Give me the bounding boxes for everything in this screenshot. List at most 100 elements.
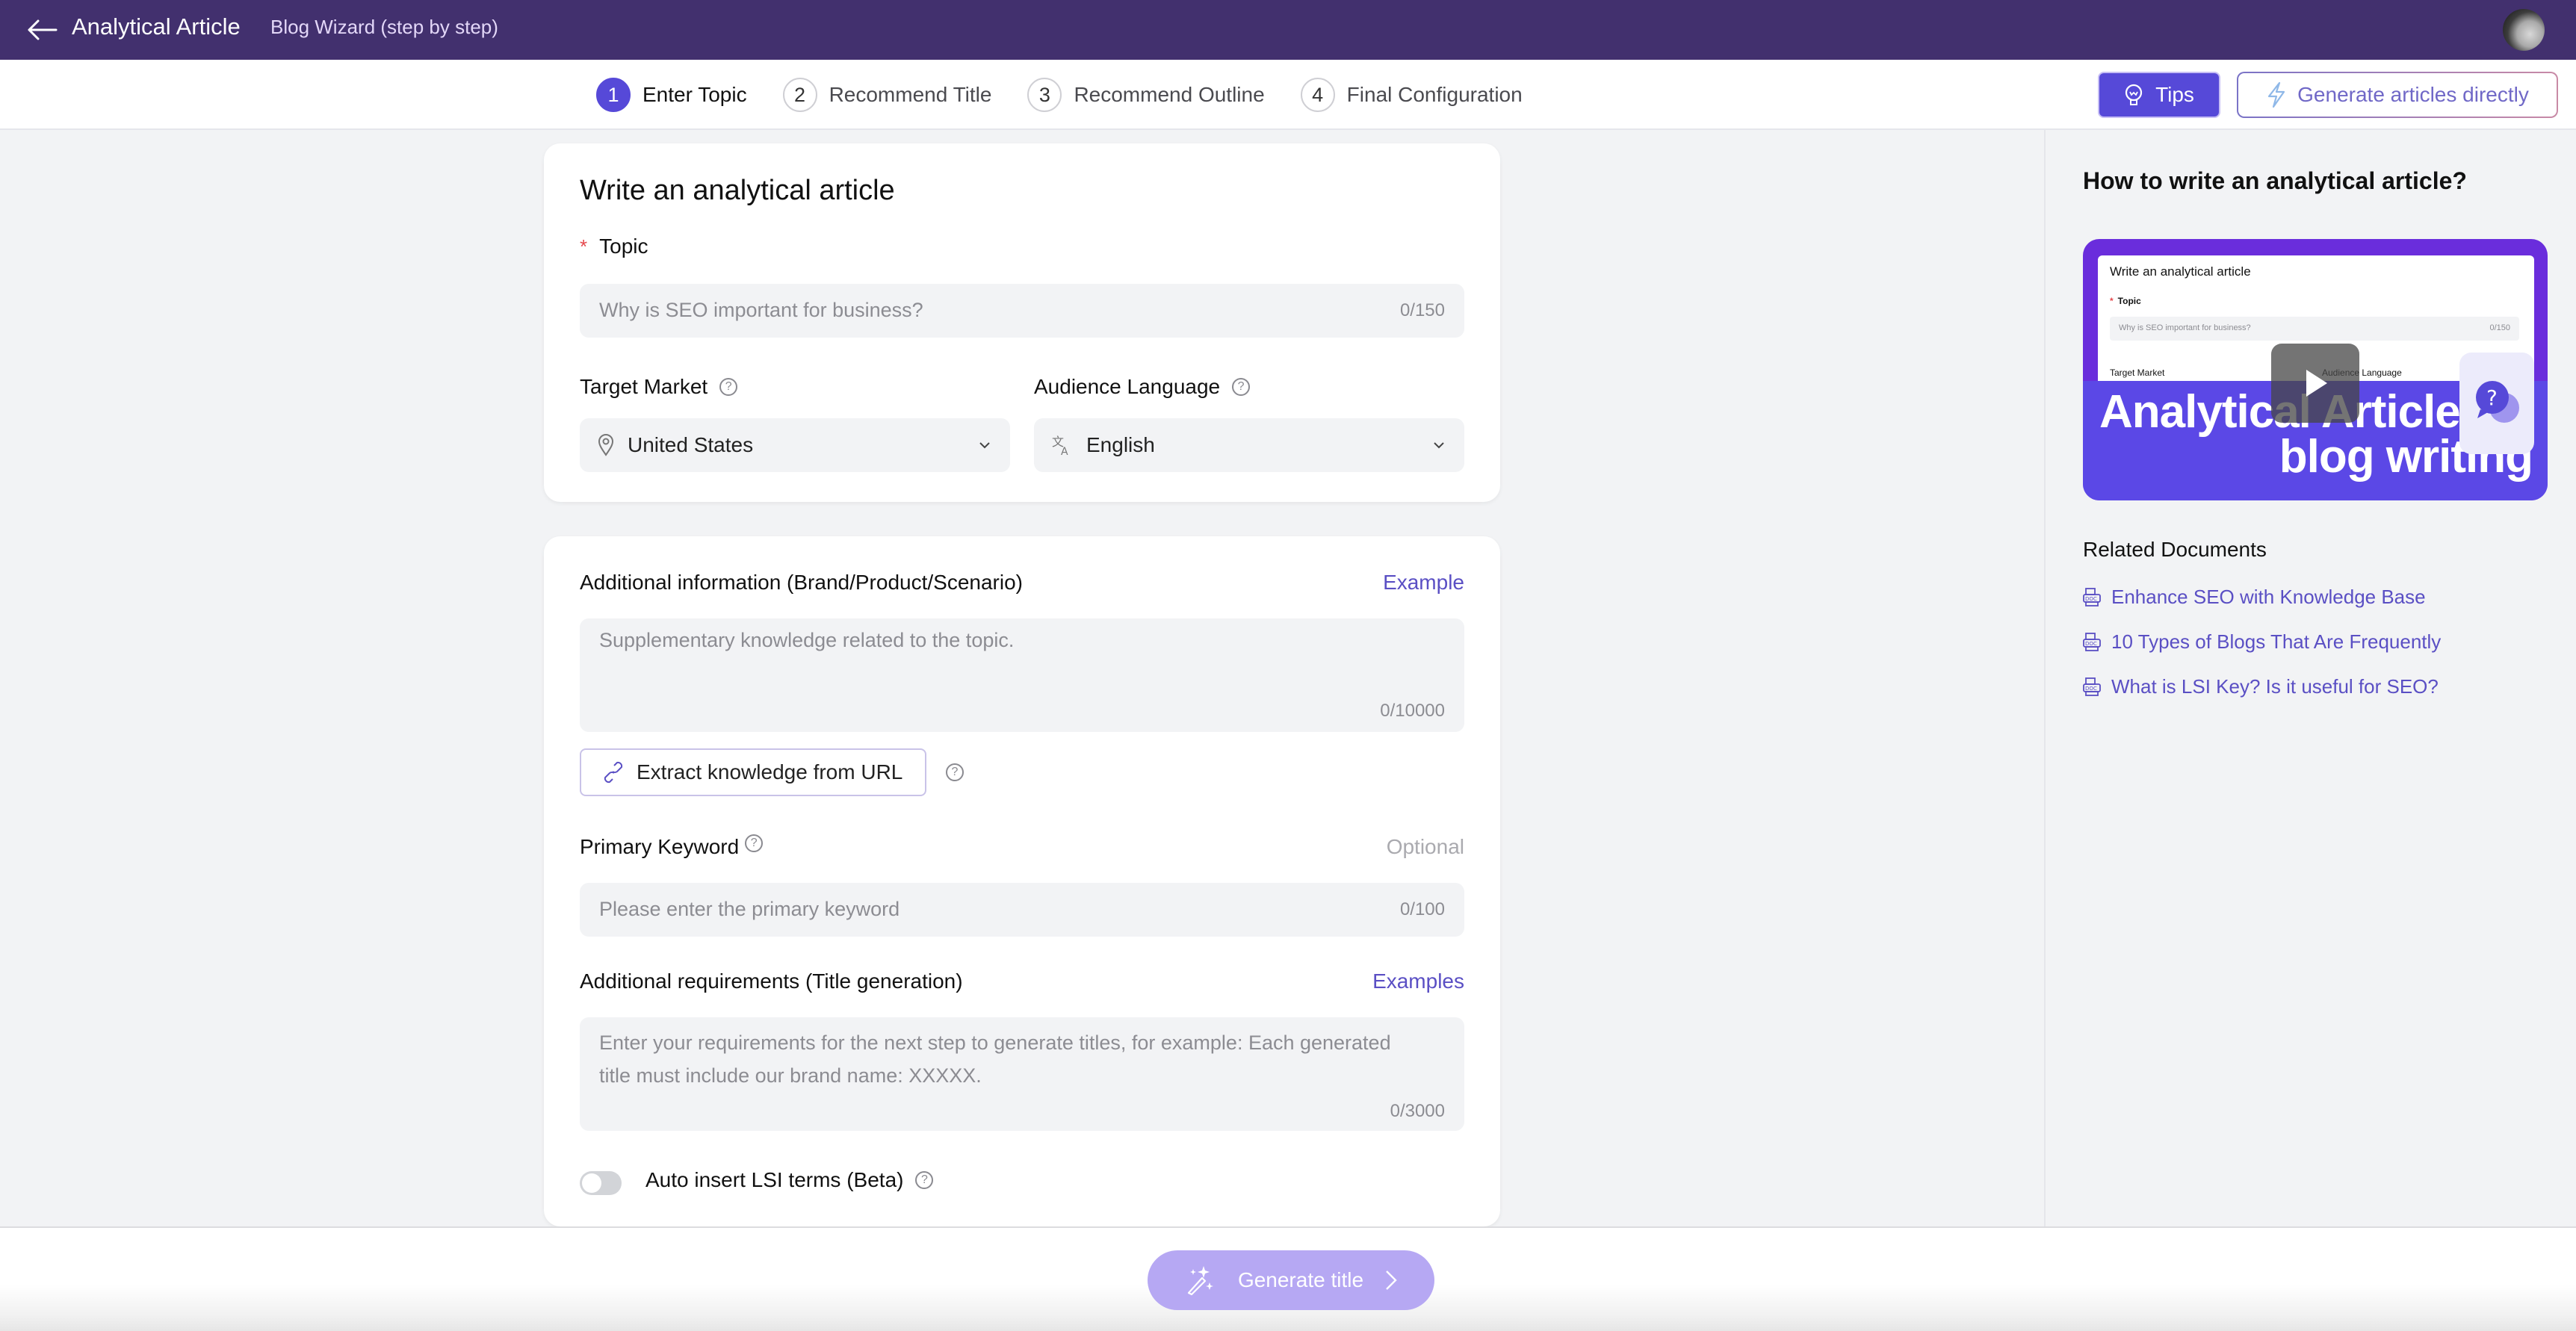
help-icon[interactable]: ? — [745, 834, 764, 852]
additional-requirements-textarea[interactable]: Enter your requirements for the next ste… — [580, 1017, 1464, 1131]
sidebar-title: How to write an analytical article? — [2083, 167, 2467, 194]
step-final-configuration[interactable]: 4 Final Configuration — [1300, 78, 1523, 112]
svg-text:DOC: DOC — [2085, 641, 2097, 647]
details-card: Additional information (Brand/Product/Sc… — [544, 536, 1500, 1226]
help-icon[interactable]: ? — [946, 763, 964, 781]
examples-link[interactable]: Examples — [1372, 969, 1464, 993]
additional-info-label: Additional information (Brand/Product/Sc… — [580, 571, 1023, 594]
topic-label-text: Topic — [599, 235, 648, 258]
bottom-action-bar: Generate title — [0, 1226, 2576, 1331]
svg-text:?: ? — [2486, 385, 2498, 410]
step-label: Enter Topic — [643, 83, 747, 106]
optional-hint: Optional — [1386, 835, 1464, 858]
additional-requirements-char-count: 0/3000 — [1390, 1101, 1445, 1121]
user-avatar[interactable] — [2503, 9, 2545, 51]
magic-wand-icon — [1184, 1265, 1216, 1296]
topic-placeholder: Why is SEO important for business? — [599, 299, 923, 321]
related-doc-link[interactable]: DOC Enhance SEO with Knowledge Base — [2083, 586, 2426, 609]
thumb-input: Why is SEO important for business? 0/150 — [2110, 317, 2519, 341]
additional-requirements-placeholder: Enter your requirements for the next ste… — [599, 1031, 1391, 1087]
lightning-icon — [2268, 81, 2285, 108]
page-title: Analytical Article — [72, 13, 241, 40]
topic-card: Write an analytical article * Topic Why … — [544, 143, 1500, 502]
step-number: 3 — [1027, 78, 1062, 112]
svg-text:DOC: DOC — [2085, 686, 2097, 692]
lsi-label-text: Auto insert LSI terms (Beta) — [645, 1168, 904, 1191]
chevron-right-icon — [1384, 1269, 1398, 1291]
back-button[interactable] — [25, 13, 60, 46]
target-market-label-text: Target Market — [580, 375, 708, 398]
topic-input[interactable]: Why is SEO important for business? 0/150 — [580, 284, 1464, 338]
thumb-title: Write an analytical article — [2110, 264, 2251, 279]
target-market-select[interactable]: United States — [580, 418, 1010, 472]
generate-title-label: Generate title — [1237, 1268, 1364, 1291]
target-market-value: United States — [628, 433, 754, 456]
required-mark: * — [580, 235, 588, 258]
step-label: Final Configuration — [1346, 83, 1523, 106]
related-doc-title: 10 Types of Blogs That Are Frequently — [2111, 630, 2442, 653]
play-button[interactable] — [2271, 344, 2359, 423]
step-recommend-title[interactable]: 2 Recommend Title — [782, 78, 992, 112]
topic-label: * Topic — [580, 235, 648, 258]
tips-label: Tips — [2155, 83, 2194, 106]
wizard-stepper-bar: 1 Enter Topic 2 Recommend Title 3 Recomm… — [0, 60, 2576, 130]
primary-keyword-char-count: 0/100 — [1399, 899, 1445, 919]
step-number: 4 — [1300, 78, 1335, 112]
thumb-count: 0/150 — [2489, 323, 2510, 332]
related-doc-title: Enhance SEO with Knowledge Base — [2111, 586, 2426, 608]
svg-text:DOC: DOC — [2085, 596, 2097, 602]
doc-icon: DOC — [2083, 632, 2101, 651]
generate-direct-label: Generate articles directly — [2297, 83, 2529, 106]
primary-keyword-label-text: Primary Keyword — [580, 835, 740, 858]
doc-icon: DOC — [2083, 677, 2101, 696]
additional-info-char-count: 0/10000 — [1380, 701, 1445, 721]
translate-icon: 文A — [1052, 434, 1073, 456]
extract-url-button[interactable]: Extract knowledge from URL — [580, 748, 926, 796]
example-link[interactable]: Example — [1383, 571, 1464, 595]
step-number: 1 — [596, 78, 631, 112]
thumb-target-market: Target Market — [2110, 367, 2165, 378]
tips-button[interactable]: Tips — [2098, 72, 2220, 118]
top-header: Analytical Article Blog Wizard (step by … — [0, 0, 2576, 60]
primary-keyword-placeholder: Please enter the primary keyword — [599, 898, 900, 920]
thumb-placeholder: Why is SEO important for business? — [2119, 323, 2251, 332]
thumb-topic: * Topic — [2110, 296, 2141, 306]
help-icon[interactable]: ? — [1232, 378, 1251, 396]
primary-keyword-input[interactable]: Please enter the primary keyword 0/100 — [580, 883, 1464, 937]
lightbulb-icon — [2125, 84, 2143, 105]
related-doc-link[interactable]: DOC What is LSI Key? Is it useful for SE… — [2083, 675, 2439, 698]
generate-articles-directly-button[interactable]: Generate articles directly — [2237, 72, 2558, 118]
step-label: Recommend Title — [829, 83, 992, 106]
lsi-toggle-label: Auto insert LSI terms (Beta) ? — [645, 1168, 934, 1192]
extract-url-label: Extract knowledge from URL — [637, 760, 903, 784]
audience-language-select[interactable]: 文A English — [1034, 418, 1464, 472]
tutorial-video[interactable]: Write an analytical article * Topic Why i… — [2083, 239, 2548, 500]
doc-icon: DOC — [2083, 587, 2101, 606]
primary-keyword-label: Primary Keyword ? — [580, 834, 764, 859]
step-enter-topic[interactable]: 1 Enter Topic — [596, 78, 747, 112]
step-label: Recommend Outline — [1074, 83, 1265, 106]
lsi-toggle[interactable] — [580, 1171, 622, 1195]
page-subtitle: Blog Wizard (step by step) — [270, 16, 498, 38]
form-title: Write an analytical article — [580, 175, 895, 206]
step-number: 2 — [782, 78, 817, 112]
related-documents-title: Related Documents — [2083, 538, 2267, 561]
thumb-topic-text: Topic — [2117, 296, 2141, 306]
chevron-down-icon — [979, 442, 990, 449]
generate-title-button[interactable]: Generate title — [1148, 1250, 1434, 1310]
wizard-steps: 1 Enter Topic 2 Recommend Title 3 Recomm… — [596, 76, 1558, 114]
help-icon[interactable]: ? — [915, 1171, 934, 1189]
question-chat-icon: ? — [2459, 353, 2534, 454]
step-recommend-outline[interactable]: 3 Recommend Outline — [1027, 78, 1265, 112]
audience-language-label-text: Audience Language — [1034, 375, 1221, 398]
topic-char-count: 0/150 — [1399, 300, 1445, 320]
additional-info-textarea[interactable]: Supplementary knowledge related to the t… — [580, 618, 1464, 732]
location-pin-icon — [598, 434, 614, 456]
related-doc-link[interactable]: DOC 10 Types of Blogs That Are Frequentl… — [2083, 630, 2441, 654]
help-icon[interactable]: ? — [719, 378, 738, 396]
help-sidebar: How to write an analytical article? Writ… — [2044, 130, 2576, 1226]
chevron-down-icon — [1434, 442, 1444, 449]
arrow-left-icon — [28, 19, 58, 40]
additional-requirements-label: Additional requirements (Title generatio… — [580, 969, 963, 993]
link-icon — [604, 761, 623, 784]
